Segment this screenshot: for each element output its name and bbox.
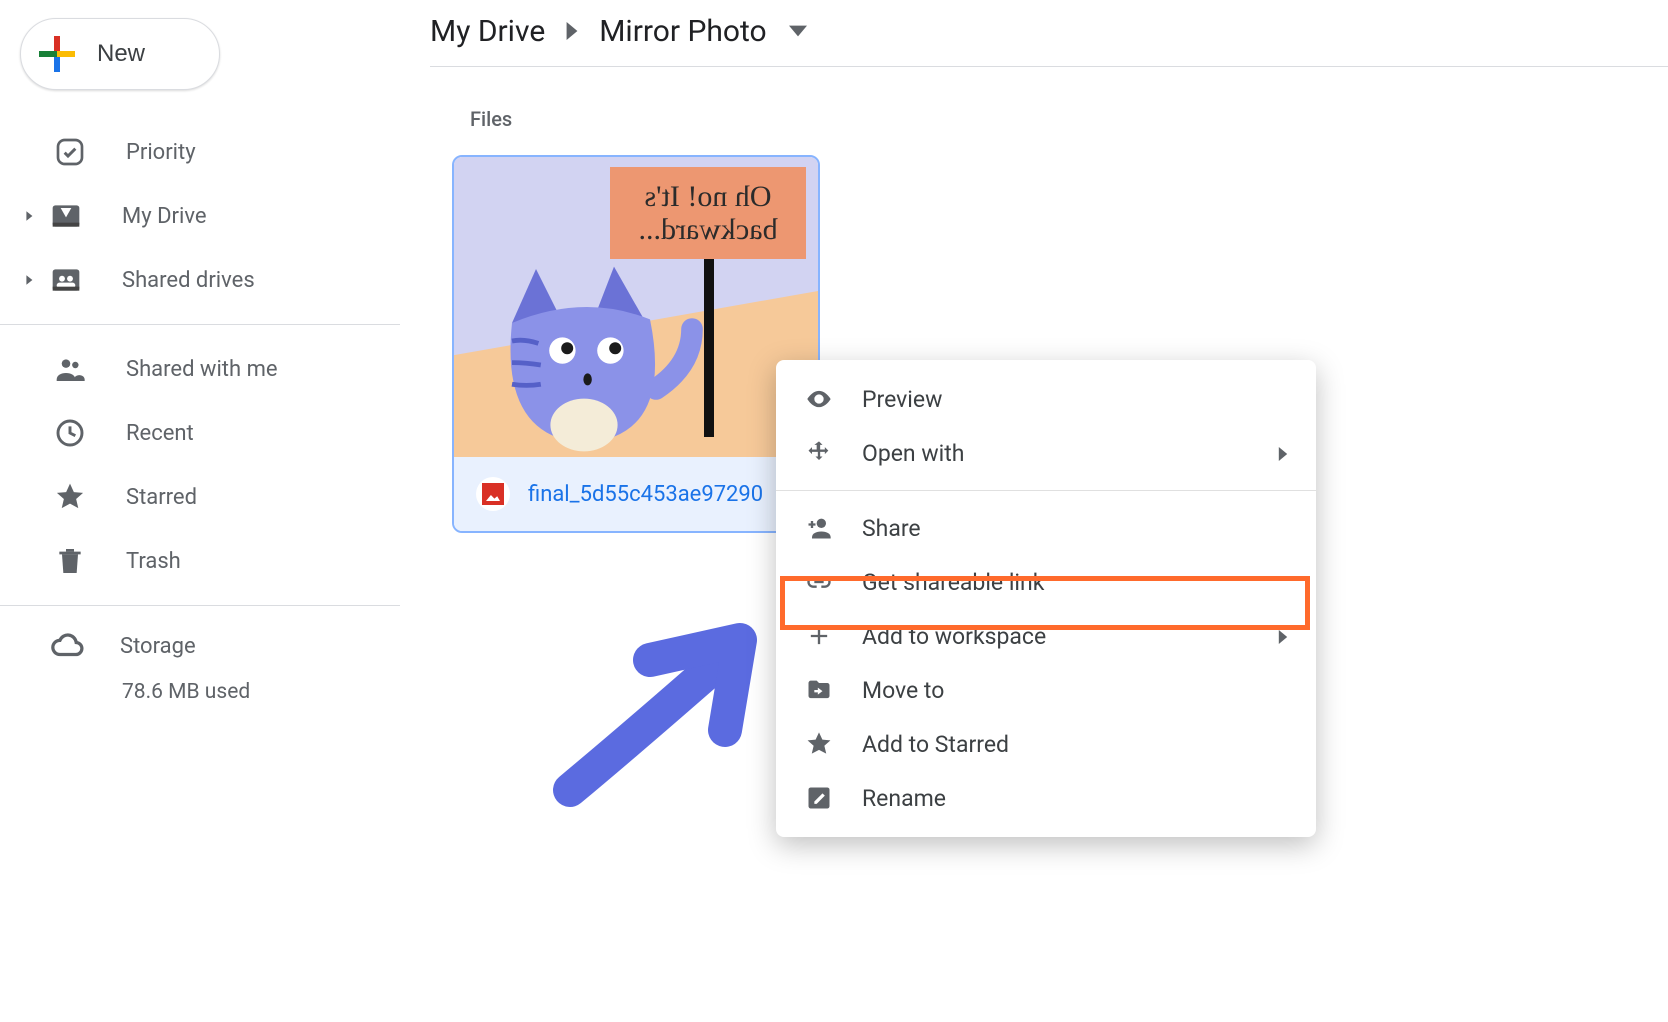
divider xyxy=(430,66,1668,67)
sidebar-item-starred[interactable]: Starred xyxy=(0,465,400,529)
sidebar-item-label: Priority xyxy=(126,140,196,165)
sidebar-item-label: Starred xyxy=(126,485,197,510)
file-card[interactable]: Oh no! It's backward... final_5d55c453ae… xyxy=(452,155,820,533)
menu-item-label: Preview xyxy=(862,386,942,413)
sidebar-item-label: Trash xyxy=(126,549,181,574)
folder-move-icon xyxy=(804,675,834,705)
sidebar-item-label: Shared with me xyxy=(126,357,278,382)
menu-item-add-to-workspace[interactable]: Add to workspace xyxy=(776,609,1316,663)
file-name: final_5d55c453ae97290 xyxy=(528,482,763,507)
move-arrows-icon xyxy=(804,438,834,468)
file-meta: final_5d55c453ae97290 xyxy=(454,457,818,531)
menu-item-label: Open with xyxy=(862,440,964,467)
expand-icon[interactable] xyxy=(24,210,38,222)
star-icon xyxy=(804,729,834,759)
submenu-chevron-icon xyxy=(1276,440,1290,467)
menu-item-label: Add to Starred xyxy=(862,731,1009,758)
chevron-right-icon xyxy=(563,22,581,40)
add-person-icon xyxy=(804,513,834,543)
sidebar-item-recent[interactable]: Recent xyxy=(0,401,400,465)
sidebar-item-label: Shared drives xyxy=(122,268,255,293)
new-button-label: New xyxy=(97,40,145,68)
menu-item-open-with[interactable]: Open with xyxy=(776,426,1316,480)
dropdown-icon[interactable] xyxy=(789,22,807,40)
new-button[interactable]: New xyxy=(20,18,220,90)
cat-illustration xyxy=(464,221,704,457)
menu-item-label: Rename xyxy=(862,785,946,812)
star-icon xyxy=(50,477,90,517)
sidebar-item-trash[interactable]: Trash xyxy=(0,529,400,593)
submenu-chevron-icon xyxy=(1276,623,1290,650)
menu-item-label: Get shareable link xyxy=(862,569,1044,596)
sidebar-item-shared-drives[interactable]: Shared drives xyxy=(0,248,400,312)
breadcrumb-current[interactable]: Mirror Photo xyxy=(599,14,766,49)
sidebar-item-label: My Drive xyxy=(122,204,207,229)
menu-item-rename[interactable]: Rename xyxy=(776,771,1316,825)
expand-icon[interactable] xyxy=(24,274,38,286)
breadcrumb: My Drive Mirror Photo xyxy=(430,2,1668,60)
sidebar-item-priority[interactable]: Priority xyxy=(0,120,400,184)
shared-drives-icon xyxy=(46,260,86,300)
menu-item-get-shareable-link[interactable]: Get shareable link xyxy=(776,555,1316,609)
menu-item-preview[interactable]: Preview xyxy=(776,372,1316,426)
eye-icon xyxy=(804,384,834,414)
link-icon xyxy=(804,567,834,597)
clock-icon xyxy=(50,413,90,453)
menu-item-label: Add to workspace xyxy=(862,623,1046,650)
sidebar: New Priority My Drive Shared drives xyxy=(0,0,400,704)
menu-item-label: Share xyxy=(862,515,921,542)
annotation-arrow xyxy=(540,620,780,820)
plus-small-icon xyxy=(804,621,834,651)
cloud-icon xyxy=(50,629,84,663)
menu-item-add-to-starred[interactable]: Add to Starred xyxy=(776,717,1316,771)
divider xyxy=(0,324,400,325)
divider xyxy=(0,605,400,606)
storage-label: Storage xyxy=(120,634,196,659)
context-menu: Preview Open with Share Get shareable li… xyxy=(776,360,1316,837)
priority-icon xyxy=(50,132,90,172)
files-section-label: Files xyxy=(470,107,1668,131)
plus-icon xyxy=(39,36,75,72)
drive-icon xyxy=(46,196,86,236)
sidebar-item-my-drive[interactable]: My Drive xyxy=(0,184,400,248)
nav-primary: Priority My Drive Shared drives xyxy=(0,120,400,312)
sidebar-storage: Storage 78.6 MB used xyxy=(0,618,400,704)
people-icon xyxy=(50,349,90,389)
menu-item-move-to[interactable]: Move to xyxy=(776,663,1316,717)
sidebar-item-shared-with-me[interactable]: Shared with me xyxy=(0,337,400,401)
sidebar-item-label: Recent xyxy=(126,421,194,446)
menu-divider xyxy=(776,490,1316,491)
breadcrumb-root[interactable]: My Drive xyxy=(430,14,545,49)
rename-icon xyxy=(804,783,834,813)
image-file-icon xyxy=(476,477,510,511)
nav-secondary: Shared with me Recent Starred Trash xyxy=(0,337,400,593)
trash-icon xyxy=(50,541,90,581)
storage-used-text: 78.6 MB used xyxy=(122,680,400,704)
menu-item-label: Move to xyxy=(862,677,944,704)
menu-item-share[interactable]: Share xyxy=(776,501,1316,555)
file-thumbnail: Oh no! It's backward... xyxy=(454,157,818,457)
sidebar-item-storage[interactable]: Storage xyxy=(50,618,400,674)
